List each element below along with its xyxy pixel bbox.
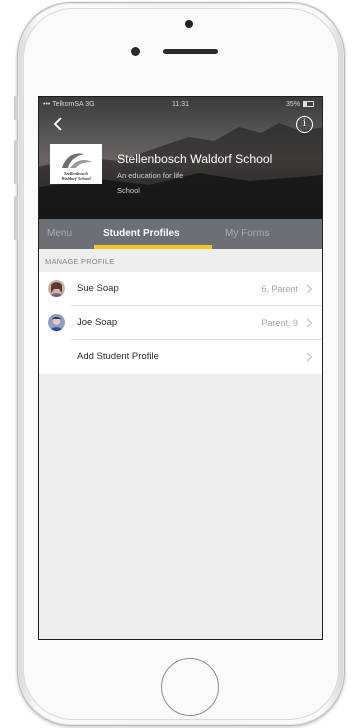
tab-my-forms[interactable]: My Forms [225,219,269,249]
profile-detail: Parent, 9 [261,318,298,328]
battery-icon [303,101,314,108]
section-title: MANAGE PROFILE [45,257,115,266]
school-name: Stellenbosch Waldorf School [117,152,273,166]
avatar [48,314,65,331]
add-student-profile-row[interactable]: Add Student Profile [39,340,322,374]
chevron-right-icon [306,284,313,294]
school-header: ••• TelkomSA 3G 11:31 35% i Stellenbosch… [39,97,322,219]
avatar [48,280,65,297]
logo-text: Stellenbosch Waldorf School [61,170,91,181]
school-type: School [117,186,140,195]
battery-indicator: 35% [286,101,314,108]
add-student-profile-label: Add Student Profile [77,351,159,362]
active-tab-indicator [94,245,212,249]
volume-up-button [14,140,18,184]
profile-list: Sue Soap 6, Parent Joe Soap Parent, 9 Ad… [39,272,322,374]
profile-name: Sue Soap [77,283,119,294]
school-logo: Stellenbosch Waldorf School [50,144,102,184]
app-screen: ••• TelkomSA 3G 11:31 35% i Stellenbosch… [38,96,323,640]
status-time: 11:31 [172,101,189,108]
volume-down-button [14,196,18,240]
profile-detail: 6, Parent [261,284,298,294]
chevron-right-icon [306,318,313,328]
battery-percent: 35% [286,101,301,108]
front-camera [185,20,193,28]
profile-row-sue[interactable]: Sue Soap 6, Parent [39,272,322,306]
earpiece-speaker [163,49,218,54]
logo-mark [62,153,92,168]
info-icon[interactable]: i [296,116,313,133]
home-button[interactable] [161,658,219,716]
status-bar: ••• TelkomSA 3G 11:31 35% [39,99,322,113]
mute-switch [14,96,18,120]
profile-name: Joe Soap [77,317,118,328]
tab-menu[interactable]: Menu [47,219,72,249]
school-tagline: An education for life [117,171,184,180]
profile-row-joe[interactable]: Joe Soap Parent, 9 [39,306,322,340]
chevron-left-icon[interactable] [51,117,65,131]
proximity-sensor [131,47,140,56]
chevron-right-icon [306,352,313,362]
